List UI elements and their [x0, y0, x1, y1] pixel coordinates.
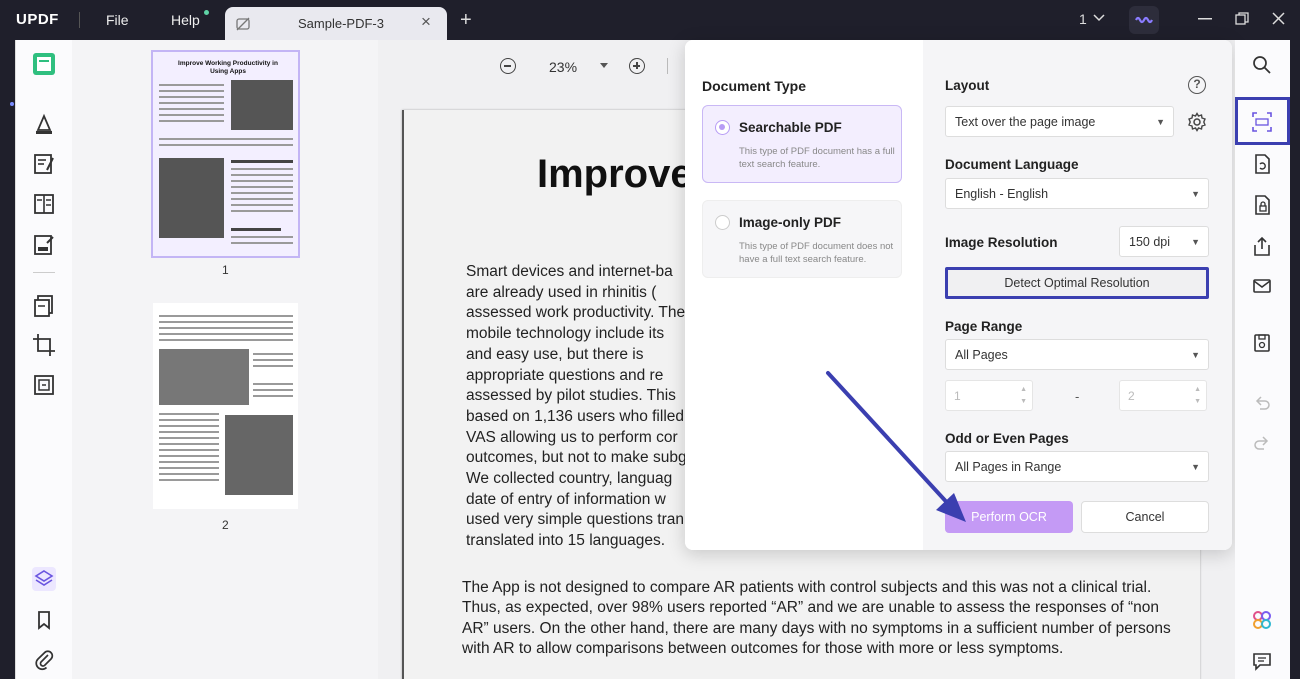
ocr-dialog: Document Type Searchable PDF This type o…: [685, 40, 1232, 550]
new-tab-icon[interactable]: +: [460, 9, 472, 32]
share-icon[interactable]: [1252, 236, 1272, 256]
page-range-select[interactable]: All Pages ▼: [945, 339, 1209, 370]
zoom-divider: [667, 58, 668, 74]
attachment-icon[interactable]: [32, 648, 56, 672]
left-edge: [0, 40, 15, 679]
zoom-dropdown-icon[interactable]: [600, 63, 608, 69]
thumbnail-number: 2: [222, 518, 229, 532]
organize-pages-icon[interactable]: [32, 294, 56, 318]
close-window-icon[interactable]: [1272, 12, 1285, 25]
option-description: This type of PDF document does not have …: [739, 241, 894, 265]
document-type-heading: Document Type: [702, 78, 806, 94]
option-description: This type of PDF document has a full tex…: [739, 146, 895, 170]
odd-even-label: Odd or Even Pages: [945, 431, 1069, 446]
convert-icon[interactable]: [32, 373, 56, 397]
app-logo: UPDF: [16, 11, 59, 28]
protect-pdf-icon[interactable]: [1252, 195, 1272, 215]
document-language-label: Document Language: [945, 157, 1079, 172]
search-icon[interactable]: [1252, 55, 1272, 75]
option-title: Image-only PDF: [739, 215, 842, 230]
zoom-level[interactable]: 23%: [549, 59, 577, 75]
zoom-in-icon[interactable]: [629, 58, 645, 74]
fill-sign-icon[interactable]: [32, 233, 56, 257]
wave-logo-icon: [1135, 16, 1153, 24]
restore-icon[interactable]: [1235, 12, 1249, 26]
cancel-button[interactable]: Cancel: [1081, 501, 1209, 533]
tab-close-icon[interactable]: ×: [421, 12, 431, 32]
indicator-dot: [10, 102, 14, 106]
image-resolution-select[interactable]: 150 dpi ▼: [1119, 226, 1209, 257]
document-hidden-icon: [236, 17, 250, 31]
image-only-pdf-option[interactable]: Image-only PDF This type of PDF document…: [702, 200, 902, 278]
window-count[interactable]: 1: [1079, 11, 1087, 27]
titlebar-divider: [79, 12, 80, 28]
left-tool-rail: [15, 40, 72, 679]
ocr-icon[interactable]: [1252, 112, 1272, 132]
thumbnail-number: 1: [222, 263, 229, 277]
range-to-input[interactable]: 2 ▲ ▼: [1119, 380, 1207, 411]
range-separator: -: [1075, 389, 1080, 404]
thumbnail-title: Improve Working Productivity in Using Ap…: [178, 60, 278, 75]
edit-pdf-icon[interactable]: [32, 152, 56, 176]
convert-pdf-icon[interactable]: [1252, 154, 1272, 174]
document-language-select[interactable]: English - English ▼: [945, 178, 1209, 209]
page-paragraph-2: The App is not designed to compare AR pa…: [462, 579, 1171, 657]
layers-icon[interactable]: [32, 567, 56, 591]
document-type-panel: Document Type Searchable PDF This type o…: [685, 40, 923, 550]
tab-label: Sample-PDF-3: [298, 16, 384, 31]
menu-help[interactable]: Help: [171, 12, 200, 28]
layout-select[interactable]: Text over the page image ▼: [945, 106, 1174, 137]
thumbnail-page-2[interactable]: [153, 303, 298, 509]
reader-mode-icon[interactable]: [32, 52, 56, 76]
page-paragraph-1: Smart devices and internet-ba are alread…: [466, 263, 687, 550]
crop-icon[interactable]: [32, 333, 56, 357]
radio-selected[interactable]: [715, 120, 730, 135]
page-heading: Improve: [537, 152, 693, 196]
save-icon[interactable]: [1252, 333, 1272, 353]
option-title: Searchable PDF: [739, 120, 842, 135]
redo-icon[interactable]: [1252, 433, 1272, 453]
chevron-down-icon[interactable]: [1093, 14, 1105, 22]
radio-unselected[interactable]: [715, 215, 730, 230]
rail-divider: [33, 272, 55, 273]
chat-comment-icon[interactable]: [1252, 651, 1272, 671]
odd-even-select[interactable]: All Pages in Range ▼: [945, 451, 1209, 482]
mail-icon[interactable]: [1252, 276, 1272, 296]
gear-icon[interactable]: [1187, 112, 1207, 132]
avatar[interactable]: [1129, 6, 1159, 34]
image-resolution-label: Image Resolution: [945, 235, 1058, 250]
minimize-icon[interactable]: [1198, 18, 1212, 20]
title-bar: UPDF File Help Sample-PDF-3 × + 1: [0, 0, 1300, 40]
tab-sample-pdf-3[interactable]: Sample-PDF-3 ×: [225, 7, 447, 40]
ai-assistant-icon[interactable]: [1252, 610, 1272, 630]
form-icon[interactable]: [32, 192, 56, 216]
help-icon[interactable]: ?: [1188, 76, 1206, 94]
searchable-pdf-option[interactable]: Searchable PDF This type of PDF document…: [702, 105, 902, 183]
right-tool-rail: [1235, 40, 1290, 679]
thumbnail-page-1[interactable]: Improve Working Productivity in Using Ap…: [151, 50, 300, 258]
layout-label: Layout: [945, 78, 990, 93]
undo-icon[interactable]: [1252, 393, 1272, 413]
range-from-input[interactable]: 1 ▲ ▼: [945, 380, 1033, 411]
perform-ocr-button[interactable]: Perform OCR: [945, 501, 1073, 533]
menu-file[interactable]: File: [106, 12, 129, 28]
right-edge: [1290, 40, 1300, 679]
zoom-out-icon[interactable]: [500, 58, 516, 74]
thumbnail-panel: Improve Working Productivity in Using Ap…: [72, 40, 378, 679]
detect-optimal-resolution-button[interactable]: Detect Optimal Resolution: [945, 267, 1209, 299]
ocr-settings-panel: Layout ? Text over the page image ▼ Docum…: [923, 40, 1232, 550]
page-range-label: Page Range: [945, 319, 1023, 334]
comment-highlight-icon[interactable]: [32, 112, 56, 136]
help-notification-dot: [204, 10, 209, 15]
bookmark-icon[interactable]: [32, 608, 56, 632]
